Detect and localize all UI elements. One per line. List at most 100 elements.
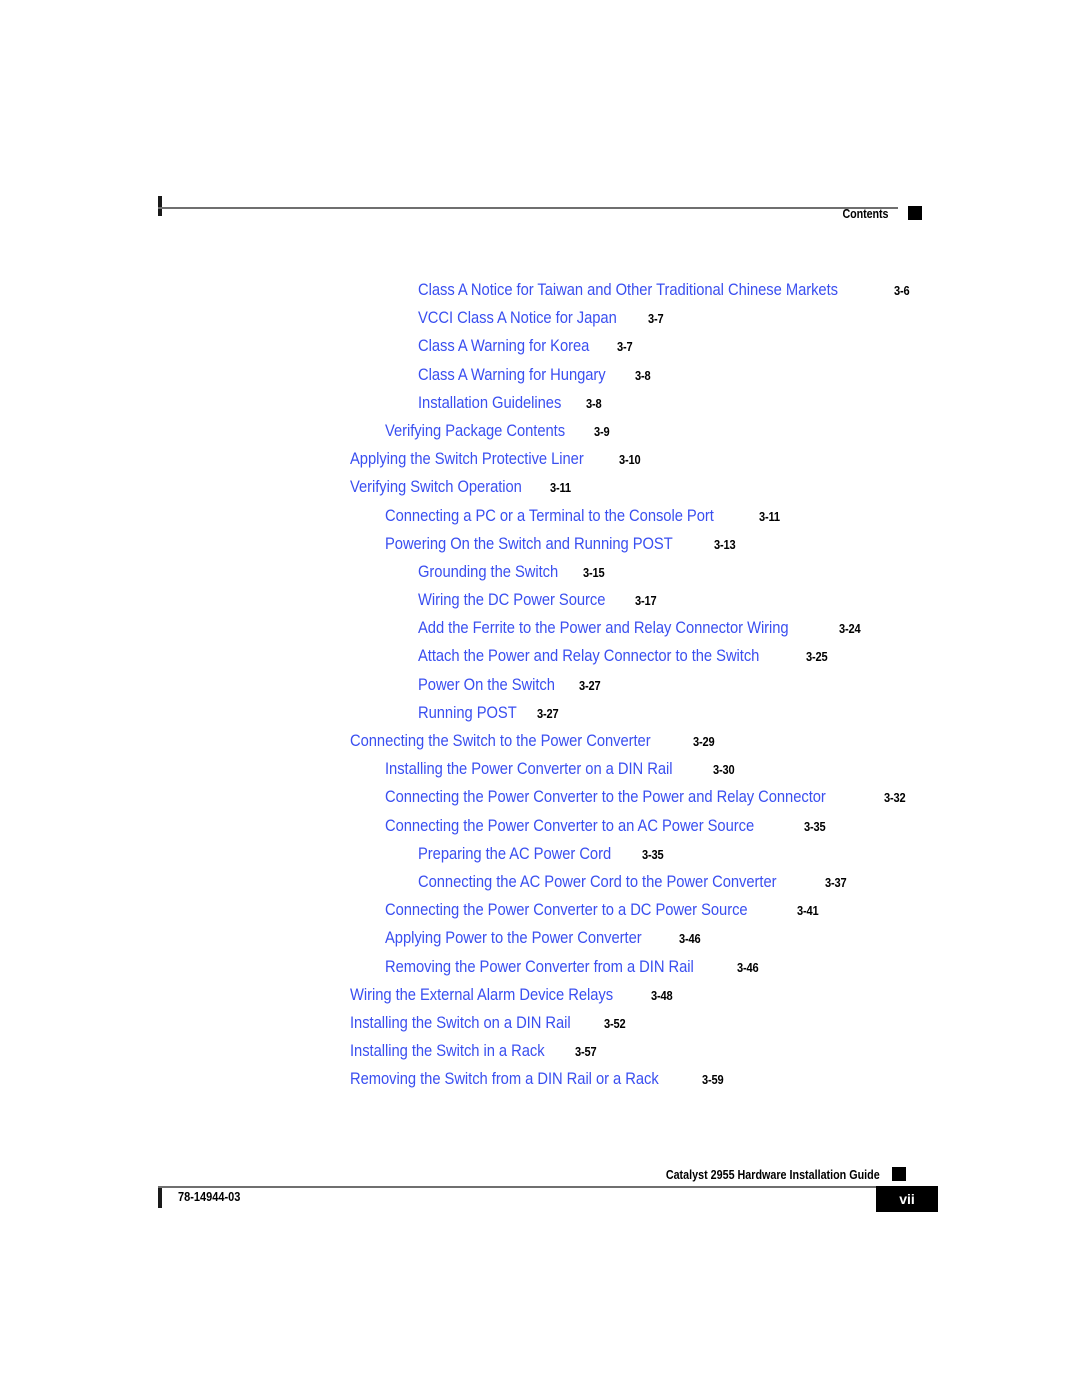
toc-entry[interactable]: Verifying Package Contents 3-9 xyxy=(0,417,1080,445)
toc-entry-page-number[interactable]: 3-27 xyxy=(537,700,559,728)
toc-entry-page-number[interactable]: 3-46 xyxy=(737,954,759,982)
toc-entry-page-number[interactable]: 3-17 xyxy=(635,587,657,615)
toc-entry[interactable]: Installing the Switch on a DIN Rail 3-52 xyxy=(0,1009,1080,1037)
toc-entry-page-number[interactable]: 3-24 xyxy=(839,615,861,643)
toc-entry[interactable]: Wiring the External Alarm Device Relays 3… xyxy=(0,981,1080,1009)
toc-entry-title[interactable]: Verifying Switch Operation xyxy=(350,473,522,501)
header-left-tick-mark xyxy=(158,196,162,216)
header-divider-rule xyxy=(158,207,898,209)
page-footer: Catalyst 2955 Hardware Installation Guid… xyxy=(158,1164,938,1224)
toc-entry-title[interactable]: Removing the Switch from a DIN Rail or a… xyxy=(350,1065,659,1093)
toc-entry[interactable]: Connecting the AC Power Cord to the Powe… xyxy=(0,868,1080,896)
toc-entry-page-number[interactable]: 3-35 xyxy=(642,841,664,869)
toc-entry-page-number[interactable]: 3-8 xyxy=(586,390,602,418)
toc-entry[interactable]: Applying Power to the Power Converter 3-4… xyxy=(0,924,1080,952)
toc-entry-title[interactable]: Grounding the Switch xyxy=(418,558,558,586)
toc-entry[interactable]: Connecting the Power Converter to the Po… xyxy=(0,783,1080,811)
toc-entry[interactable]: VCCI Class A Notice for Japan 3-7 xyxy=(0,304,1080,332)
toc-entry-title[interactable]: Connecting the Power Converter to a DC P… xyxy=(385,896,748,924)
toc-entry-page-number[interactable]: 3-52 xyxy=(604,1010,626,1038)
toc-entry-page-number[interactable]: 3-9 xyxy=(594,418,610,446)
toc-entry-page-number[interactable]: 3-6 xyxy=(894,277,910,305)
toc-entry[interactable]: Applying the Switch Protective Liner 3-10 xyxy=(0,445,1080,473)
toc-entry[interactable]: Installing the Switch in a Rack 3-57 xyxy=(0,1037,1080,1065)
toc-entry-page-number[interactable]: 3-29 xyxy=(693,728,715,756)
footer-page-number-box: vii xyxy=(876,1186,938,1212)
toc-entry[interactable]: Wiring the DC Power Source 3-17 xyxy=(0,586,1080,614)
footer-black-square-marker xyxy=(892,1167,906,1181)
table-of-contents: Class A Notice for Taiwan and Other Trad… xyxy=(0,276,1080,1093)
toc-entry-title[interactable]: Add the Ferrite to the Power and Relay C… xyxy=(418,614,789,642)
footer-document-id: 78-14944-03 xyxy=(178,1190,241,1204)
toc-entry-title[interactable]: Attach the Power and Relay Connector to … xyxy=(418,642,759,670)
toc-entry[interactable]: Verifying Switch Operation 3-11 xyxy=(0,473,1080,501)
toc-entry-title[interactable]: Connecting the Power Converter to an AC … xyxy=(385,812,754,840)
toc-entry[interactable]: Class A Notice for Taiwan and Other Trad… xyxy=(0,276,1080,304)
footer-page-number: vii xyxy=(899,1191,915,1207)
toc-entry-title[interactable]: Powering On the Switch and Running POST xyxy=(385,530,673,558)
toc-entry-title[interactable]: Verifying Package Contents xyxy=(385,417,565,445)
toc-entry[interactable]: Connecting the Power Converter to a DC P… xyxy=(0,896,1080,924)
toc-entry-title[interactable]: Wiring the DC Power Source xyxy=(418,586,605,614)
footer-divider-rule xyxy=(158,1186,886,1188)
toc-entry[interactable]: Class A Warning for Hungary 3-8 xyxy=(0,361,1080,389)
toc-entry-title[interactable]: Installing the Power Converter on a DIN … xyxy=(385,755,672,783)
toc-entry-page-number[interactable]: 3-35 xyxy=(804,813,826,841)
toc-entry-page-number[interactable]: 3-37 xyxy=(825,869,847,897)
toc-entry-page-number[interactable]: 3-27 xyxy=(579,672,601,700)
toc-entry-page-number[interactable]: 3-46 xyxy=(679,925,701,953)
toc-entry[interactable]: Connecting the Switch to the Power Conve… xyxy=(0,727,1080,755)
header-black-square-marker xyxy=(908,206,922,220)
toc-entry[interactable]: Running POST 3-27 xyxy=(0,699,1080,727)
toc-entry-page-number[interactable]: 3-11 xyxy=(550,474,571,502)
toc-entry-title[interactable]: Wiring the External Alarm Device Relays xyxy=(350,981,613,1009)
toc-entry-title[interactable]: VCCI Class A Notice for Japan xyxy=(418,304,617,332)
toc-entry[interactable]: Powering On the Switch and Running POST 3… xyxy=(0,530,1080,558)
toc-entry-page-number[interactable]: 3-25 xyxy=(806,643,828,671)
header-section-title: Contents xyxy=(842,207,888,221)
toc-entry-title[interactable]: Preparing the AC Power Cord xyxy=(418,840,611,868)
toc-entry-title[interactable]: Connecting the AC Power Cord to the Powe… xyxy=(418,868,777,896)
toc-entry-title[interactable]: Class A Warning for Hungary xyxy=(418,361,606,389)
toc-entry-title[interactable]: Connecting the Switch to the Power Conve… xyxy=(350,727,651,755)
toc-entry[interactable]: Connecting a PC or a Terminal to the Con… xyxy=(0,502,1080,530)
toc-entry[interactable]: Removing the Power Converter from a DIN … xyxy=(0,953,1080,981)
toc-entry-title[interactable]: Class A Warning for Korea xyxy=(418,332,589,360)
toc-entry-page-number[interactable]: 3-8 xyxy=(635,362,651,390)
toc-entry[interactable]: Attach the Power and Relay Connector to … xyxy=(0,642,1080,670)
toc-entry[interactable]: Installation Guidelines 3-8 xyxy=(0,389,1080,417)
toc-entry-page-number[interactable]: 3-30 xyxy=(713,756,735,784)
toc-entry-title[interactable]: Power On the Switch xyxy=(418,671,555,699)
toc-entry[interactable]: Connecting the Power Converter to an AC … xyxy=(0,812,1080,840)
toc-entry-page-number[interactable]: 3-48 xyxy=(651,982,673,1010)
footer-guide-title: Catalyst 2955 Hardware Installation Guid… xyxy=(666,1168,880,1182)
toc-entry-page-number[interactable]: 3-7 xyxy=(617,333,633,361)
toc-entry-title[interactable]: Removing the Power Converter from a DIN … xyxy=(385,953,694,981)
toc-entry[interactable]: Grounding the Switch 3-15 xyxy=(0,558,1080,586)
toc-entry-page-number[interactable]: 3-41 xyxy=(797,897,819,925)
toc-entry[interactable]: Preparing the AC Power Cord 3-35 xyxy=(0,840,1080,868)
toc-entry-page-number[interactable]: 3-32 xyxy=(884,784,906,812)
toc-entry[interactable]: Installing the Power Converter on a DIN … xyxy=(0,755,1080,783)
toc-entry[interactable]: Add the Ferrite to the Power and Relay C… xyxy=(0,614,1080,642)
footer-left-tick-mark xyxy=(158,1188,162,1208)
toc-entry-title[interactable]: Connecting a PC or a Terminal to the Con… xyxy=(385,502,714,530)
toc-entry[interactable]: Removing the Switch from a DIN Rail or a… xyxy=(0,1065,1080,1093)
toc-entry-page-number[interactable]: 3-59 xyxy=(702,1066,724,1094)
toc-entry[interactable]: Class A Warning for Korea 3-7 xyxy=(0,332,1080,360)
toc-entry-page-number[interactable]: 3-7 xyxy=(648,305,664,333)
toc-entry-page-number[interactable]: 3-57 xyxy=(575,1038,597,1066)
toc-entry-title[interactable]: Applying Power to the Power Converter xyxy=(385,924,642,952)
toc-entry-page-number[interactable]: 3-13 xyxy=(714,531,736,559)
toc-entry[interactable]: Power On the Switch 3-27 xyxy=(0,671,1080,699)
toc-entry-title[interactable]: Running POST xyxy=(418,699,517,727)
toc-entry-title[interactable]: Class A Notice for Taiwan and Other Trad… xyxy=(418,276,838,304)
toc-entry-title[interactable]: Installing the Switch in a Rack xyxy=(350,1037,545,1065)
toc-entry-page-number[interactable]: 3-15 xyxy=(583,559,605,587)
toc-entry-page-number[interactable]: 3-11 xyxy=(759,503,780,531)
toc-entry-title[interactable]: Installation Guidelines xyxy=(418,389,561,417)
toc-entry-title[interactable]: Installing the Switch on a DIN Rail xyxy=(350,1009,571,1037)
toc-entry-page-number[interactable]: 3-10 xyxy=(619,446,641,474)
toc-entry-title[interactable]: Applying the Switch Protective Liner xyxy=(350,445,584,473)
toc-entry-title[interactable]: Connecting the Power Converter to the Po… xyxy=(385,783,826,811)
